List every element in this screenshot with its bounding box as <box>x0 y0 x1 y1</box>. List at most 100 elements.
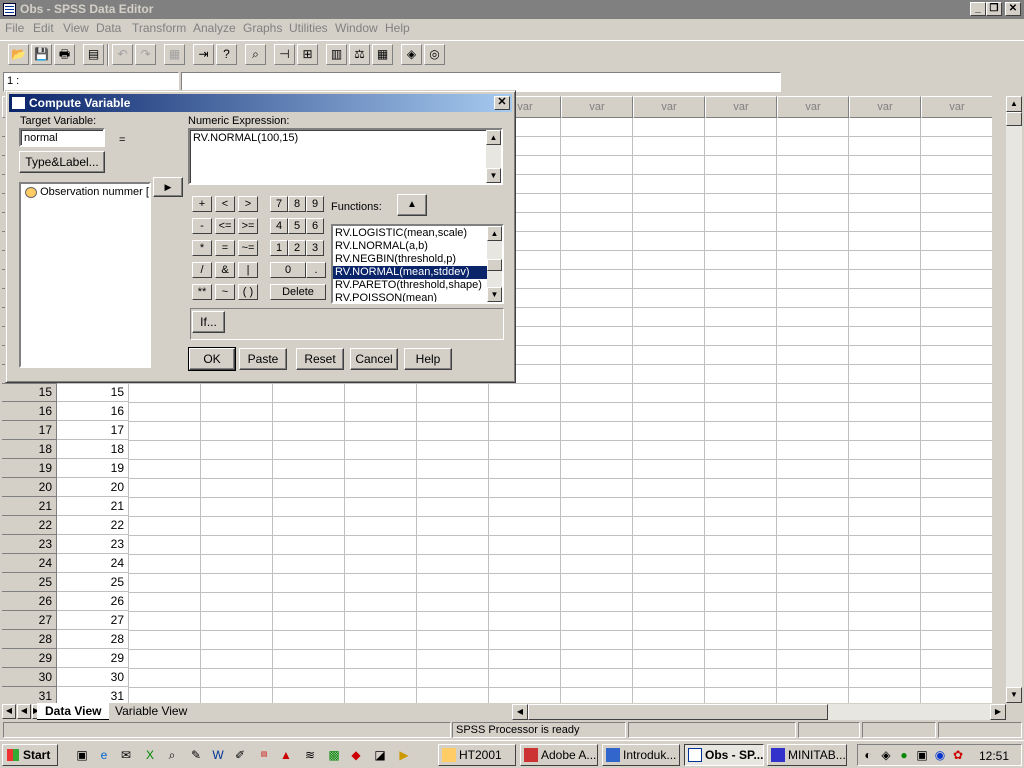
type-label-button[interactable]: Type&Label... <box>19 151 105 173</box>
task-word[interactable]: Introduk... <box>602 744 680 766</box>
column-header-var[interactable]: var <box>921 96 992 118</box>
functions-scroll-up-icon[interactable]: ▲ <box>487 226 502 241</box>
start-button[interactable]: Start <box>2 744 58 766</box>
scroll-right-icon[interactable]: ▶ <box>990 704 1006 720</box>
data-cell[interactable]: 29 <box>57 649 129 668</box>
tray-icon[interactable]: ◐ <box>860 747 876 763</box>
key-digit[interactable]: 4 <box>270 218 288 234</box>
row-header[interactable]: 15 <box>2 383 57 402</box>
task-minitab[interactable]: MINITAB... <box>767 744 847 766</box>
key-operator[interactable]: - <box>192 218 212 234</box>
use-sets-icon[interactable]: ◎ <box>424 44 445 65</box>
data-cell[interactable]: 28 <box>57 630 129 649</box>
key-operator[interactable]: ~= <box>238 240 258 256</box>
column-header-var[interactable]: var <box>561 96 633 118</box>
if-button[interactable]: If... <box>192 311 225 333</box>
menu-window[interactable]: Window <box>335 21 378 35</box>
menu-utilities[interactable]: Utilities <box>289 21 328 35</box>
data-cell[interactable]: 19 <box>57 459 129 478</box>
data-cell[interactable]: 21 <box>57 497 129 516</box>
key-operator[interactable]: <= <box>215 218 235 234</box>
functions-scroll-down-icon[interactable]: ▼ <box>487 287 502 302</box>
tab-variable-view[interactable]: Variable View <box>107 703 195 720</box>
outlook-icon[interactable]: ✉ <box>118 747 134 763</box>
pen-icon[interactable]: ✎ <box>188 747 204 763</box>
data-cell[interactable]: 25 <box>57 573 129 592</box>
key-operator[interactable]: | <box>238 262 258 278</box>
row-header[interactable]: 18 <box>2 440 57 459</box>
find-icon[interactable]: ⌕ <box>245 44 266 65</box>
scroll-thumb[interactable] <box>1006 112 1022 126</box>
row-header[interactable]: 31 <box>2 687 57 703</box>
row-header[interactable]: 19 <box>2 459 57 478</box>
data-cell[interactable]: 18 <box>57 440 129 459</box>
menu-analyze[interactable]: Analyze <box>193 21 236 35</box>
internet-explorer-icon[interactable]: e <box>96 747 112 763</box>
functions-scrollbar[interactable]: ▲ ▼ <box>487 226 502 302</box>
key-operator[interactable]: ** <box>192 284 212 300</box>
show-desktop-icon[interactable]: ▣ <box>74 747 90 763</box>
split-file-icon[interactable]: ▥ <box>326 44 347 65</box>
data-cell[interactable]: 27 <box>57 611 129 630</box>
key-digit[interactable]: 8 <box>288 196 306 212</box>
minitab-icon[interactable]: ≋ <box>302 747 318 763</box>
dialog-recall-icon[interactable]: ▤ <box>83 44 104 65</box>
restore-button[interactable]: ❐ <box>986 2 1002 16</box>
data-cell[interactable]: 24 <box>57 554 129 573</box>
paste-function-button[interactable]: ▲ <box>397 194 427 216</box>
key-delete[interactable]: Delete <box>270 284 326 300</box>
scroll-down-icon[interactable]: ▼ <box>1006 687 1022 703</box>
key-digit[interactable]: 9 <box>306 196 324 212</box>
weight-cases-icon[interactable]: ⚖ <box>349 44 370 65</box>
row-header[interactable]: 23 <box>2 535 57 554</box>
variable-list[interactable]: Observation nummer [o <box>19 182 151 368</box>
column-header-var[interactable]: var <box>633 96 705 118</box>
row-header[interactable]: 26 <box>2 592 57 611</box>
function-item[interactable]: RV.LOGISTIC(mean,scale) <box>333 227 488 240</box>
value-labels-icon[interactable]: ◈ <box>401 44 422 65</box>
data-cell[interactable]: 31 <box>57 687 129 703</box>
tray-icon[interactable]: ▣ <box>914 747 930 763</box>
tab-data-view[interactable]: Data View <box>37 703 110 720</box>
target-variable-input[interactable]: normal <box>19 128 105 147</box>
key-digit[interactable]: 7 <box>270 196 288 212</box>
menu-graphs[interactable]: Graphs <box>243 21 282 35</box>
tab-prev-icon[interactable]: ◀ <box>17 704 31 719</box>
key-zero[interactable]: 0 <box>270 262 306 278</box>
row-header[interactable]: 30 <box>2 668 57 687</box>
horizontal-scrollbar[interactable]: ◀ ▶ <box>512 704 1006 720</box>
data-cell[interactable]: 20 <box>57 478 129 497</box>
numeric-expression-input[interactable]: RV.NORMAL(100,15) ▲ ▼ <box>188 128 503 185</box>
paint-icon[interactable]: ✐ <box>232 747 248 763</box>
function-item[interactable]: RV.PARETO(threshold,shape) <box>333 279 488 292</box>
column-header-var[interactable]: var <box>705 96 777 118</box>
data-cell[interactable]: 23 <box>57 535 129 554</box>
key-digit[interactable]: 5 <box>288 218 306 234</box>
expression-scroll-down-icon[interactable]: ▼ <box>486 168 501 183</box>
redo-icon[interactable]: ↷ <box>135 44 156 65</box>
move-to-expression-button[interactable]: ▶ <box>153 177 183 197</box>
goto-chart-icon[interactable]: ▦ <box>164 44 185 65</box>
tray-icon[interactable]: ◈ <box>878 747 894 763</box>
search-icon[interactable]: ⌕ <box>164 747 180 763</box>
row-header[interactable]: 22 <box>2 516 57 535</box>
open-icon[interactable]: 📂 <box>8 44 29 65</box>
row-header[interactable]: 25 <box>2 573 57 592</box>
app-icon[interactable]: ◆ <box>348 747 364 763</box>
menu-view[interactable]: View <box>63 21 89 35</box>
app-icon[interactable]: ▶ <box>396 747 412 763</box>
key-digit[interactable]: 6 <box>306 218 324 234</box>
key-operator[interactable]: ~ <box>215 284 235 300</box>
select-cases-icon[interactable]: ▦ <box>372 44 393 65</box>
row-header[interactable]: 21 <box>2 497 57 516</box>
row-header[interactable]: 20 <box>2 478 57 497</box>
minimize-button[interactable]: _ <box>970 2 986 16</box>
row-header[interactable]: 28 <box>2 630 57 649</box>
data-cell[interactable]: 16 <box>57 402 129 421</box>
hscroll-thumb[interactable] <box>528 704 828 720</box>
key-digit[interactable]: 1 <box>270 240 288 256</box>
tray-icon[interactable]: ✿ <box>950 747 966 763</box>
help-button[interactable]: Help <box>404 348 452 370</box>
dialog-close-icon[interactable]: ✕ <box>494 96 510 110</box>
task-adobe[interactable]: Adobe A... <box>520 744 598 766</box>
